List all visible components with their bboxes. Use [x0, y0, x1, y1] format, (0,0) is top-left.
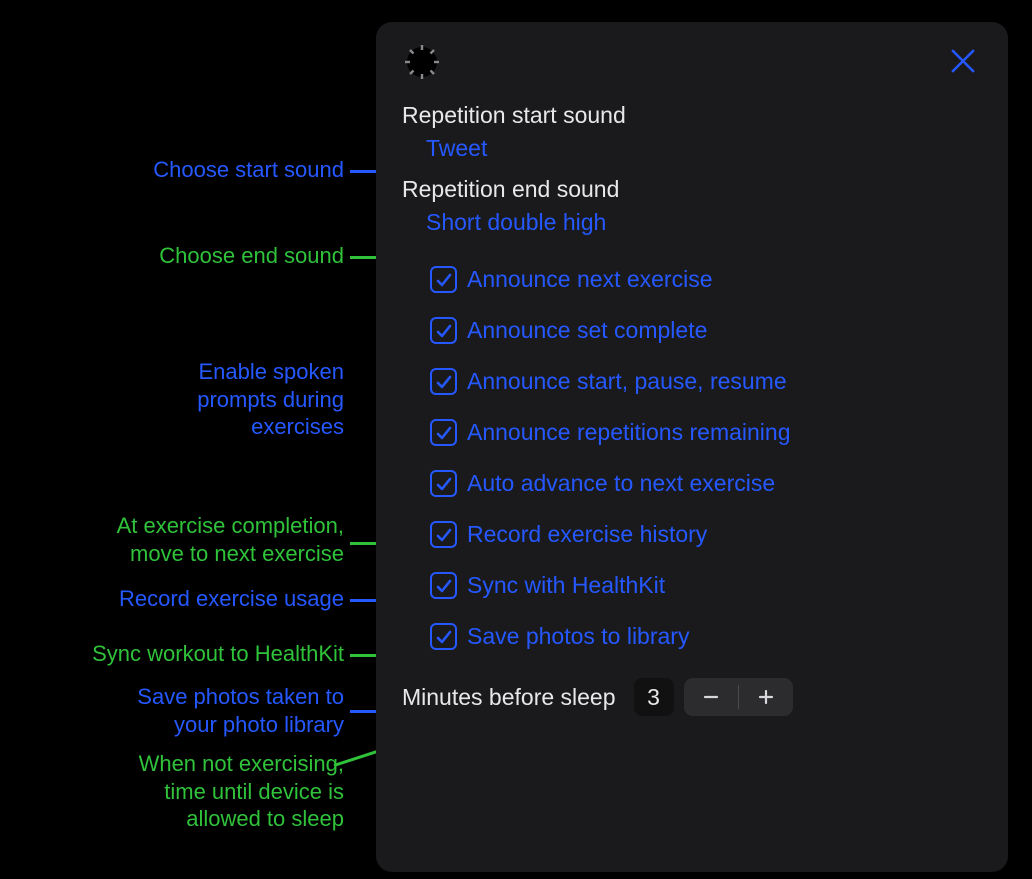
annotation-end-sound: Choose end sound — [159, 242, 344, 270]
sleep-row: Minutes before sleep 3 — [402, 678, 982, 716]
checkbox-auto-advance[interactable]: Auto advance to next exercise — [430, 458, 982, 509]
gear-icon — [402, 42, 442, 82]
checkbox-label: Announce next exercise — [467, 266, 713, 293]
checkbox-announce-next[interactable]: Announce next exercise — [430, 254, 982, 305]
stepper-decrement[interactable] — [684, 678, 738, 716]
checkbox-label: Announce start, pause, resume — [467, 368, 787, 395]
checkbox-announce-spr[interactable]: Announce start, pause, resume — [430, 356, 982, 407]
annotation-start-sound: Choose start sound — [153, 156, 344, 184]
annotation-spoken-prompts: Enable spoken prompts during exercises — [197, 358, 344, 441]
checkbox-label: Record exercise history — [467, 521, 707, 548]
checkbox-icon — [430, 572, 457, 599]
annotation-save-photos: Save photos taken to your photo library — [137, 683, 344, 738]
start-sound-label: Repetition start sound — [402, 102, 982, 129]
checkbox-label: Announce set complete — [467, 317, 707, 344]
end-sound-value[interactable]: Short double high — [426, 209, 606, 236]
close-button[interactable] — [948, 46, 978, 76]
checkbox-label: Sync with HealthKit — [467, 572, 665, 599]
checkbox-icon — [430, 419, 457, 446]
checkbox-record-history[interactable]: Record exercise history — [430, 509, 982, 560]
checkbox-icon — [430, 266, 457, 293]
checkbox-sync-healthkit[interactable]: Sync with HealthKit — [430, 560, 982, 611]
checkbox-announce-set[interactable]: Announce set complete — [430, 305, 982, 356]
checkbox-save-photos[interactable]: Save photos to library — [430, 611, 982, 662]
checkbox-icon — [430, 317, 457, 344]
checkbox-icon — [430, 470, 457, 497]
settings-panel: Repetition start sound Tweet Repetition … — [376, 22, 1008, 872]
stepper-increment[interactable] — [739, 678, 793, 716]
start-sound-value[interactable]: Tweet — [426, 135, 487, 162]
checkbox-label: Auto advance to next exercise — [467, 470, 775, 497]
checkbox-icon — [430, 368, 457, 395]
sleep-label: Minutes before sleep — [402, 684, 616, 711]
annotation-sync-healthkit: Sync workout to HealthKit — [92, 640, 344, 668]
panel-header — [402, 42, 982, 102]
checkbox-label: Announce repetitions remaining — [467, 419, 790, 446]
annotation-line — [334, 749, 382, 767]
checkbox-icon — [430, 521, 457, 548]
checkbox-icon — [430, 623, 457, 650]
end-sound-label: Repetition end sound — [402, 176, 982, 203]
sleep-stepper — [684, 678, 793, 716]
annotation-record-history: Record exercise usage — [119, 585, 344, 613]
annotation-layer: Choose start sound Choose end sound Enab… — [0, 0, 380, 879]
sleep-value: 3 — [634, 678, 674, 716]
checkbox-announce-reps[interactable]: Announce repetitions remaining — [430, 407, 982, 458]
checkbox-label: Save photos to library — [467, 623, 689, 650]
options-list: Announce next exercise Announce set comp… — [430, 254, 982, 662]
annotation-sleep: When not exercising, time until device i… — [139, 750, 344, 833]
annotation-auto-advance: At exercise completion, move to next exe… — [117, 512, 344, 567]
